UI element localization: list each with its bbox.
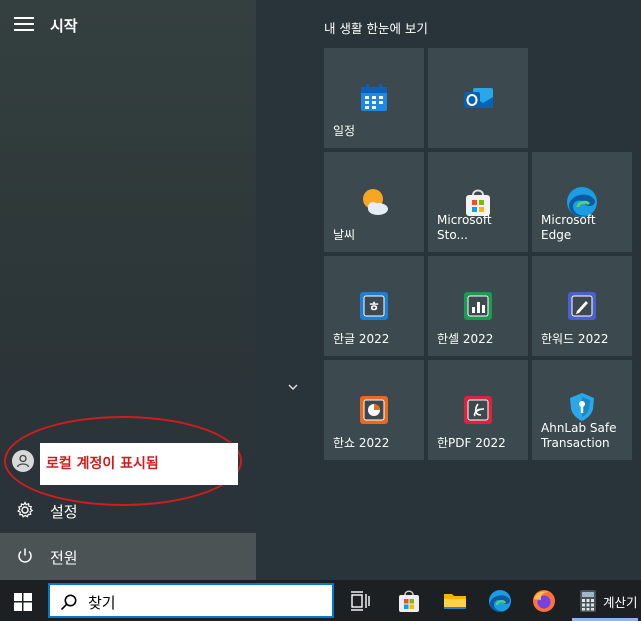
settings-label: 설정 xyxy=(50,503,78,521)
tile-label: 날씨 xyxy=(333,228,356,242)
ahnlab-shield-icon xyxy=(565,390,599,424)
firefox-icon[interactable] xyxy=(531,588,557,614)
start-title: 시작 xyxy=(50,17,78,35)
tile-outlook[interactable] xyxy=(428,48,528,148)
chevron-down-icon[interactable] xyxy=(286,377,300,396)
search-icon xyxy=(60,593,78,615)
hamburger-menu-icon[interactable] xyxy=(14,17,34,37)
user-avatar-icon xyxy=(12,450,34,472)
task-view-icon[interactable] xyxy=(347,588,373,614)
calendar-icon xyxy=(357,81,391,115)
search-text: 찾기 xyxy=(88,594,116,612)
hancell-icon xyxy=(461,289,495,323)
windows-start-icon[interactable] xyxy=(14,593,32,615)
store-taskbar-icon[interactable] xyxy=(396,588,422,614)
hanpdf-icon xyxy=(461,393,495,427)
hanword-icon xyxy=(565,289,599,323)
tile-label: 한셀 2022 xyxy=(437,332,494,346)
tile-hanword-2022[interactable]: 한워드 2022 xyxy=(532,256,632,356)
tile-hancell-2022[interactable]: 한셀 2022 xyxy=(428,256,528,356)
tile-calendar[interactable]: 일정 xyxy=(324,48,424,148)
edge-taskbar-icon[interactable] xyxy=(487,588,513,614)
tiles-group-header: 내 생활 한눈에 보기 xyxy=(324,21,428,36)
tile-hanpdf-2022[interactable]: 한PDF 2022 xyxy=(428,360,528,460)
start-left-pane: 시작 로컬 계정이 표시됨 설정 전원 xyxy=(0,0,256,580)
tile-label: 한PDF 2022 xyxy=(437,436,506,450)
calculator-icon[interactable] xyxy=(575,588,601,614)
start-menu: 시작 로컬 계정이 표시됨 설정 전원 내 생활 한눈에 보기 일정 날씨 Mi… xyxy=(0,0,641,580)
power-icon xyxy=(16,547,34,569)
file-explorer-icon[interactable] xyxy=(442,588,468,614)
tile-label: Microsoft Edge xyxy=(541,213,596,242)
tile-label: 한글 2022 xyxy=(333,332,390,346)
tile-hangul-2022[interactable]: ㅎ 한글 2022 xyxy=(324,256,424,356)
tile-weather[interactable]: 날씨 xyxy=(324,152,424,252)
user-account-item[interactable]: 로컬 계정이 표시됨 xyxy=(0,443,256,485)
outlook-icon xyxy=(461,81,495,115)
tile-microsoft-store[interactable]: Microsoft Sto... xyxy=(428,152,528,252)
search-input[interactable]: 찾기 xyxy=(48,583,334,618)
hangul-icon: ㅎ xyxy=(357,289,391,323)
tile-ahnlab-safe-transaction[interactable]: AhnLab Safe Transaction xyxy=(532,360,632,460)
weather-icon xyxy=(357,185,391,219)
power-label: 전원 xyxy=(50,549,78,567)
calculator-label: 계산기 xyxy=(603,595,638,610)
settings-item[interactable]: 설정 xyxy=(0,492,256,528)
hanshow-icon xyxy=(357,393,391,427)
svg-text:ㅎ: ㅎ xyxy=(368,300,380,315)
tile-hanshow-2022[interactable]: 한쇼 2022 xyxy=(324,360,424,460)
tile-label: 일정 xyxy=(333,124,356,138)
tile-microsoft-edge[interactable]: Microsoft Edge xyxy=(532,152,632,252)
tile-label: 한쇼 2022 xyxy=(333,436,390,450)
gear-icon xyxy=(16,501,34,523)
taskbar: 찾기 계산기 xyxy=(0,580,641,621)
tile-label: Microsoft Sto... xyxy=(437,213,492,242)
tile-label: AhnLab Safe Transaction xyxy=(541,421,617,450)
local-account-annotation: 로컬 계정이 표시됨 xyxy=(40,443,238,485)
tile-label: 한워드 2022 xyxy=(541,332,609,346)
power-item[interactable]: 전원 xyxy=(0,533,256,580)
